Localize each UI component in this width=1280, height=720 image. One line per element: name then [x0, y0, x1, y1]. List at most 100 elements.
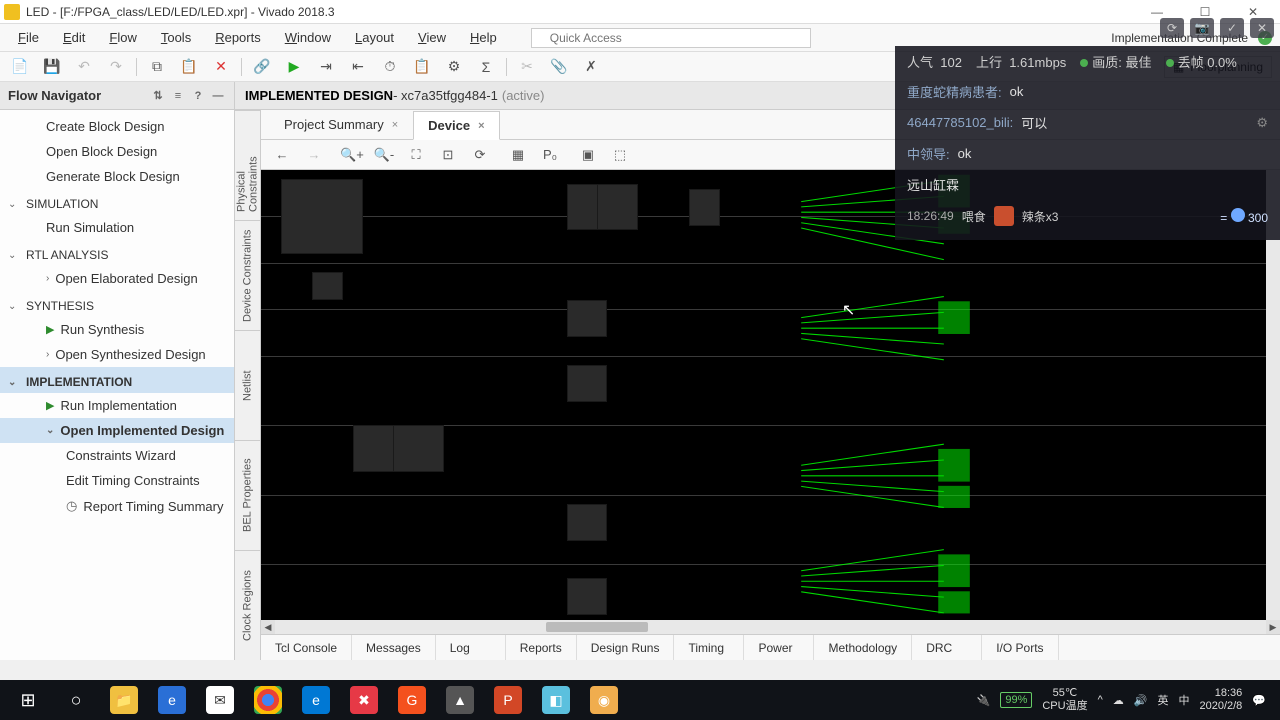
ime-icon[interactable]: 英: [1157, 692, 1168, 708]
select-icon[interactable]: ⬚: [607, 143, 633, 167]
menu-reports[interactable]: Reports: [205, 26, 271, 49]
btab-log[interactable]: Log: [436, 635, 506, 660]
overlay-close-icon[interactable]: ✕: [1250, 18, 1274, 38]
taskbar-clock[interactable]: 18:362020/2/8: [1199, 687, 1242, 713]
nav-section-rtl[interactable]: ⌄RTL ANALYSIS: [0, 240, 234, 266]
run-icon[interactable]: ▶: [282, 55, 306, 79]
btab-methodology[interactable]: Methodology: [814, 635, 912, 660]
powerpoint-icon[interactable]: P: [484, 680, 532, 720]
btab-power[interactable]: Power: [744, 635, 814, 660]
menu-file[interactable]: File: [8, 26, 49, 49]
battery-icon[interactable]: 🔌: [977, 694, 991, 707]
refresh-icon[interactable]: ⟳: [467, 143, 493, 167]
step-icon[interactable]: ⇥: [314, 55, 338, 79]
nav-run-synthesis[interactable]: ▶Run Synthesis: [0, 317, 234, 342]
overlay-camera-icon[interactable]: 📷: [1190, 18, 1214, 38]
paste-icon[interactable]: 📋: [177, 55, 201, 79]
btab-tcl-console[interactable]: Tcl Console: [261, 635, 352, 660]
tray-up-icon[interactable]: ^: [1098, 694, 1103, 706]
nav-section-synthesis[interactable]: ⌄SYNTHESIS: [0, 291, 234, 317]
zoom-fit-icon[interactable]: ⛶: [403, 143, 429, 167]
system-tray[interactable]: 🔌 99% 55℃CPU温度 ^ ☁ 🔊 英 中 18:362020/2/8 💬: [967, 687, 1276, 713]
vivado-icon[interactable]: ▲: [436, 680, 484, 720]
app-icon-blue[interactable]: ◧: [532, 680, 580, 720]
tab-device[interactable]: Device×: [413, 111, 499, 140]
cut-icon[interactable]: ✂: [515, 55, 539, 79]
clipboard-icon[interactable]: 📋: [410, 55, 434, 79]
menu-layout[interactable]: Layout: [345, 26, 404, 49]
step-back-icon[interactable]: ⇤: [346, 55, 370, 79]
btab-messages[interactable]: Messages: [352, 635, 436, 660]
gear-icon[interactable]: ⚙: [1256, 115, 1268, 131]
vtab-physical-constraints[interactable]: Physical Constraints: [235, 110, 260, 220]
app-icon-g[interactable]: G: [388, 680, 436, 720]
timer-icon[interactable]: ⏱: [378, 55, 402, 79]
forward-icon[interactable]: →: [301, 143, 327, 167]
menu-edit[interactable]: Edit: [53, 26, 95, 49]
scroll-left-icon[interactable]: ◀: [261, 620, 275, 634]
menu-tools[interactable]: Tools: [151, 26, 201, 49]
nav-edit-timing[interactable]: Edit Timing Constraints: [0, 468, 234, 493]
quick-access-input[interactable]: [531, 28, 811, 48]
back-icon[interactable]: ←: [269, 143, 295, 167]
gear-icon[interactable]: ⚙: [442, 55, 466, 79]
expand-icon[interactable]: ≡: [170, 88, 186, 104]
vtab-bel-properties[interactable]: BEL Properties: [235, 440, 260, 550]
nav-open-implemented[interactable]: ⌄Open Implemented Design: [0, 418, 234, 443]
flow-navigator-body[interactable]: Create Block Design Open Block Design Ge…: [0, 110, 234, 660]
btab-io-ports[interactable]: I/O Ports: [982, 635, 1058, 660]
app-icon-orange[interactable]: ◉: [580, 680, 628, 720]
nav-run-implementation[interactable]: ▶Run Implementation: [0, 393, 234, 418]
copy-icon[interactable]: ⧉: [145, 55, 169, 79]
nav-open-synthesized[interactable]: ›Open Synthesized Design: [0, 342, 234, 367]
mail-icon[interactable]: ✉: [196, 680, 244, 720]
btab-drc[interactable]: DRC: [912, 635, 982, 660]
save-icon[interactable]: 💾: [40, 55, 64, 79]
sigma-icon[interactable]: Σ: [474, 55, 498, 79]
nav-report-timing[interactable]: ◷Report Timing Summary: [0, 493, 234, 519]
menu-flow[interactable]: Flow: [99, 26, 146, 49]
clear-icon[interactable]: ✗: [579, 55, 603, 79]
help-icon[interactable]: ?: [190, 88, 206, 104]
nav-run-simulation[interactable]: Run Simulation: [0, 215, 234, 240]
vtab-netlist[interactable]: Netlist: [235, 330, 260, 440]
menu-view[interactable]: View: [408, 26, 456, 49]
edge-legacy-icon[interactable]: e: [148, 680, 196, 720]
close-icon[interactable]: ×: [392, 119, 398, 131]
zoom-in-icon[interactable]: 🔍+: [339, 143, 365, 167]
cancel-icon[interactable]: ✕: [209, 55, 233, 79]
highlight-icon[interactable]: P₀: [537, 143, 563, 167]
btab-design-runs[interactable]: Design Runs: [577, 635, 675, 660]
nav-create-block-design[interactable]: Create Block Design: [0, 114, 234, 139]
btab-timing[interactable]: Timing: [674, 635, 744, 660]
ime2-icon[interactable]: 中: [1178, 692, 1189, 708]
start-button[interactable]: ⊞: [4, 680, 52, 720]
link-icon[interactable]: 🔗: [250, 55, 274, 79]
zoom-area-icon[interactable]: ⊡: [435, 143, 461, 167]
overlay-check-icon[interactable]: ✓: [1220, 18, 1244, 38]
menu-help[interactable]: Help: [460, 26, 507, 49]
nav-open-elaborated[interactable]: ›Open Elaborated Design: [0, 266, 234, 291]
explorer-icon[interactable]: 📁: [100, 680, 148, 720]
minimize-panel-icon[interactable]: —: [210, 88, 226, 104]
nav-open-block-design[interactable]: Open Block Design: [0, 139, 234, 164]
menu-window[interactable]: Window: [275, 26, 341, 49]
nav-section-simulation[interactable]: ⌄SIMULATION: [0, 189, 234, 215]
cortana-icon[interactable]: ○: [52, 680, 100, 720]
new-icon[interactable]: 📄: [8, 55, 32, 79]
nav-constraints-wizard[interactable]: Constraints Wizard: [0, 443, 234, 468]
tab-project-summary[interactable]: Project Summary×: [269, 110, 413, 139]
collapse-icon[interactable]: ⇅: [150, 88, 166, 104]
nav-section-implementation[interactable]: ⌄IMPLEMENTATION: [0, 367, 234, 393]
vtab-device-constraints[interactable]: Device Constraints: [235, 220, 260, 330]
show-hide-icon[interactable]: ▣: [575, 143, 601, 167]
scroll-right-icon[interactable]: ▶: [1266, 620, 1280, 634]
nav-generate-block-design[interactable]: Generate Block Design: [0, 164, 234, 189]
xmind-icon[interactable]: ✖: [340, 680, 388, 720]
horizontal-scrollbar[interactable]: ◀ ▶: [261, 620, 1280, 634]
redo-icon[interactable]: ↷: [104, 55, 128, 79]
vtab-clock-regions[interactable]: Clock Regions: [235, 550, 260, 660]
grid-icon[interactable]: ▦: [505, 143, 531, 167]
notifications-icon[interactable]: 💬: [1252, 694, 1266, 707]
undo-icon[interactable]: ↶: [72, 55, 96, 79]
